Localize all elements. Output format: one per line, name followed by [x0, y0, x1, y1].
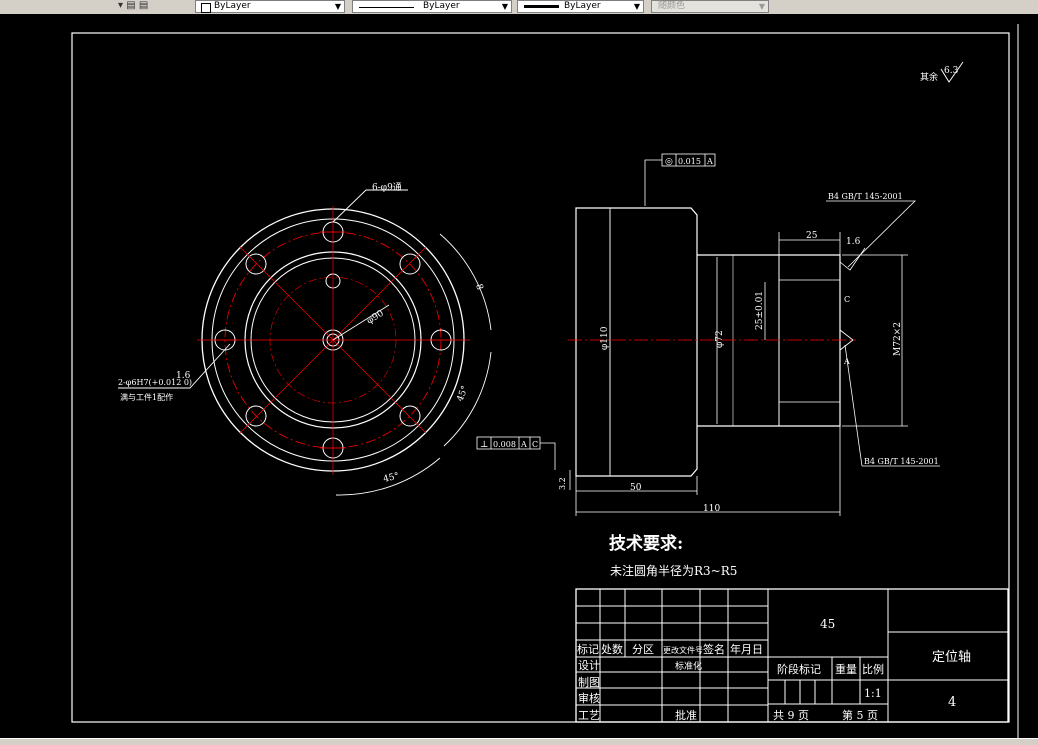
flange-angle-45-right: 45°: [456, 385, 471, 404]
title-block-part-name: 定位轴: [932, 650, 971, 665]
dim-25: 25: [806, 231, 818, 241]
color-swatch-icon: [201, 3, 211, 13]
flange-dimension-8: 8: [473, 283, 484, 292]
lineweight-select[interactable]: ByLayer ▼: [517, 0, 644, 13]
title-block-header-zone: 分区: [632, 643, 654, 656]
perpendicularity-symbol-icon: ⊥: [480, 440, 488, 450]
flange-diameter-90: φ90: [365, 309, 386, 327]
title-block-weight: 重量: [835, 662, 857, 676]
requirements-title: 技术要求:: [609, 533, 683, 554]
chevron-down-icon: ▼: [334, 2, 341, 11]
title-block-total-sheets: 共 9 页: [773, 709, 809, 722]
perpendicularity-datum-c: C: [532, 440, 538, 449]
linetype-select-value: ByLayer: [423, 1, 460, 11]
coaxiality-symbol-icon: ◎: [665, 157, 673, 167]
title-block-process: 工艺: [578, 709, 600, 722]
lineweight-select-value: ByLayer: [564, 1, 601, 11]
color-select[interactable]: ByLayer ▼: [195, 0, 345, 13]
dim-phi-110: φ110: [600, 326, 610, 350]
title-block-material: 45: [820, 617, 835, 631]
roughness-1-6: 1.6: [846, 237, 861, 247]
roughness-default-label: 其余: [920, 71, 938, 83]
drawing-canvas[interactable]: 其余 6.3 6-φ9通 φ90 8 45° 45° 2-φ6H7(+0.012…: [0, 14, 1038, 738]
title-block-scale: 比例: [862, 662, 884, 676]
title-block-drawing-no: 4: [948, 695, 956, 710]
plotstyle-select-value: 随颜色: [658, 1, 686, 11]
plotstyle-select[interactable]: 随颜色 ▼: [651, 0, 769, 13]
title-block-approve: 批准: [675, 708, 697, 722]
lineweight-preview-icon: [524, 5, 559, 8]
roughness-default-value: 6.3: [944, 66, 959, 76]
title-block-header-count: 处数: [601, 643, 623, 656]
title-block-sheet-no: 第 5 页: [842, 708, 878, 722]
dim-50: 50: [630, 483, 642, 493]
dim-110: 110: [703, 504, 720, 514]
chevron-down-icon: ▼: [633, 2, 640, 11]
dim-25-tolerance: 25±0.01: [755, 291, 765, 330]
flange-view: [118, 189, 492, 496]
dim-phi-72: φ72: [715, 330, 725, 348]
title-block-header-mark: 标记: [577, 642, 599, 656]
flange-angle-45-bottom: 45°: [382, 471, 400, 485]
linetype-preview-icon: [359, 7, 414, 8]
pin-match-note: 满与工件1配作: [120, 392, 173, 402]
drawing-svg: 其余 6.3 6-φ9通 φ90 8 45° 45° 2-φ6H7(+0.012…: [71, 24, 1019, 738]
coaxiality-value: 0.015: [678, 157, 701, 166]
title-block-drawing: 制图: [578, 676, 600, 689]
chevron-down-icon: ▼: [758, 2, 765, 11]
center-hole-top: B4 GB/T 145-2001: [828, 192, 903, 201]
title-block-design: 设计: [578, 659, 600, 672]
layer-tools-icon[interactable]: ▾ ▤ ▤: [118, 0, 178, 13]
datum-a-label: A: [843, 357, 850, 366]
perpendicularity-datum-a: A: [520, 440, 527, 449]
title-block-scale-value: 1:1: [864, 687, 882, 700]
roughness-3-2: 3.2: [558, 477, 567, 490]
title-block-check: 审核: [578, 691, 600, 705]
title-block-header-sign: 签名: [703, 642, 725, 656]
properties-toolbar: ▾ ▤ ▤ ByLayer ▼ ByLayer ▼ ByLayer ▼ 随颜色 …: [0, 0, 1038, 15]
color-select-value: ByLayer: [214, 1, 251, 11]
linetype-select[interactable]: ByLayer ▼: [352, 0, 512, 13]
title-block-header-doc: 更改文件号: [663, 645, 703, 655]
perpendicularity-value: 0.008: [493, 440, 516, 449]
requirements-line1: 未注圆角半径为R3~R5: [610, 563, 737, 578]
drawing-border: [71, 32, 1010, 723]
title-block-stage-mark: 阶段标记: [777, 662, 821, 676]
coaxiality-datum: A: [706, 157, 713, 166]
chevron-down-icon: ▼: [501, 2, 508, 11]
flange-holes-note: 6-φ9通: [372, 182, 402, 193]
dim-thread: M72×2: [893, 322, 903, 356]
title-block-standardize: 标准化: [675, 660, 702, 672]
pin-roughness: 1.6: [176, 371, 191, 381]
datum-c-label: C: [844, 295, 850, 304]
center-hole-bottom: B4 GB/T 145-2001: [864, 457, 939, 466]
title-block-header-date: 年月日: [730, 642, 763, 656]
